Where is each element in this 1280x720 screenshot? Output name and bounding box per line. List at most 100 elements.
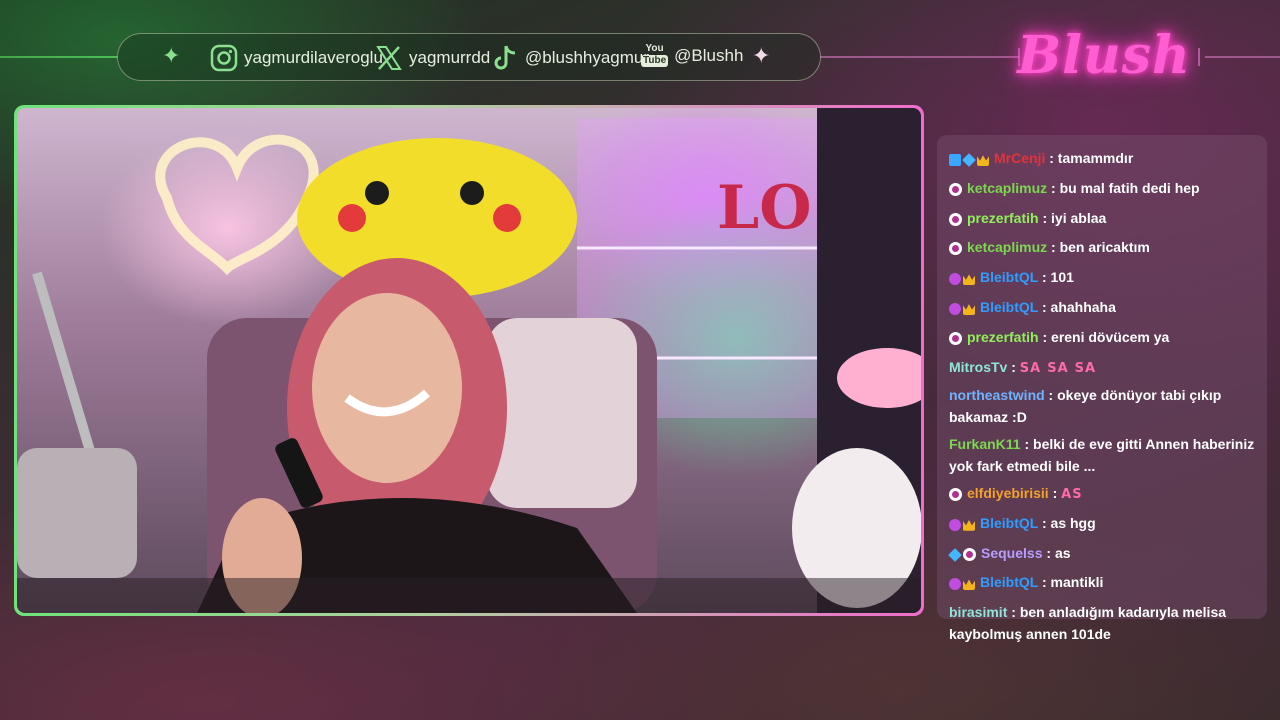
chat-text: bu mal fatih dedi hep [1059,179,1200,196]
chat-badges [949,239,964,261]
webcam-frame: LO [14,105,924,616]
chat-separator: : [1042,544,1055,561]
plush-cheek [338,204,366,232]
chat-separator: : [1007,358,1020,375]
youtube-icon: You Tube [641,43,669,67]
crown-badge-icon [963,519,975,531]
chat-text: as [1054,544,1071,561]
crown-badge-icon [963,274,975,286]
gift-badge-icon [949,273,961,286]
instagram-handle: yagmurdilaveroglu [244,48,383,67]
chat-badges [949,269,977,291]
plush-eye [365,181,389,205]
chat-message: Sequelss : as [948,542,1255,567]
cube-badge-icon [948,547,962,562]
chat-panel: MrCenji : tamammdır ketcaplimuz : bu mal … [937,135,1267,642]
chat-badges [949,150,991,172]
deco-line-left [0,56,118,58]
cube-badge-icon [962,153,976,167]
chat-username[interactable]: BleibtQL [980,269,1038,285]
instagram-icon [210,44,238,72]
tiktok-handle: @blushhyagmur [525,48,650,67]
chat-message: ketcaplimuz : ben aricaktım [949,236,1255,261]
youtube-logo-top: You [645,43,664,54]
chat-username[interactable]: BleibtQL [980,299,1038,315]
sub-badge-icon [963,547,976,561]
chat-badges [949,210,964,232]
chat-text: ahahhaha [1050,298,1116,315]
social-x[interactable]: yagmurrdd [375,44,490,72]
chat-message: prezerfatih : ereni dövücem ya [949,326,1255,351]
x-icon [376,46,402,70]
chair-wing [487,318,637,508]
social-tiktok[interactable]: @blushhyagmur [493,44,649,72]
chat-username[interactable]: ketcaplimuz [967,239,1047,255]
chat-username[interactable]: birasimit [949,604,1007,620]
chat-badges [948,545,978,567]
webcam-scene: LO [17,108,921,613]
chat-username[interactable]: Sequelss [981,545,1042,561]
chat-badges [949,574,977,596]
chat-message: BleibtQL : mantikli [949,571,1255,596]
chat-message: MitrosTv : SA SA SA [949,356,1255,380]
deco-line-right [1205,56,1280,58]
gift-badge-icon [949,302,961,315]
chat-username[interactable]: BleibtQL [980,515,1038,531]
youtube-logo-bottom: Tube [641,55,669,67]
chat-message: birasimit : ben anladığım kadarıyla meli… [949,601,1255,645]
chat-badges [949,515,977,537]
chat-badges [949,299,977,321]
chat-separator: : [1038,328,1052,345]
chat-message: BleibtQL : 101 [949,266,1255,291]
chat-username[interactable]: northeastwind [949,387,1045,403]
sub-badge-icon [949,331,962,345]
chat-username[interactable]: BleibtQL [980,574,1038,590]
chat-separator: : [1038,269,1051,286]
social-instagram[interactable]: yagmurdilaveroglu [210,44,383,72]
chat-message: prezerfatih : iyi ablaa [949,207,1255,232]
crown-badge-icon [963,579,975,591]
webcam-feed: LO [17,108,921,613]
chat-message: BleibtQL : ahahhaha [949,296,1255,321]
chat-emote: SA [1047,360,1069,376]
chat-separator: : [1047,179,1060,196]
chat-badges [949,180,964,202]
chat-username[interactable]: MrCenji [994,150,1045,166]
chat-username[interactable]: ketcaplimuz [967,180,1047,196]
chat-username[interactable]: prezerfatih [967,210,1039,226]
brand-logo: Blush [1017,14,1190,96]
sub-badge-icon [949,242,962,256]
chat-separator: : [1044,387,1058,404]
chat-separator: : [1045,150,1058,166]
plush-eye [460,181,484,205]
sub-badge-icon [949,182,962,196]
chat-text: tamammdır [1057,150,1134,166]
chat-message: northeastwind : okeye dönüyor tabi çıkıp… [949,384,1255,428]
sparkle-icon: ✦ [162,43,181,68]
sub-badge-icon [949,487,962,501]
chat-text: ereni dövücem ya [1051,328,1170,345]
x-handle: yagmurrdd [409,48,491,67]
plush-cheek [493,204,521,232]
chat-username[interactable]: prezerfatih [967,329,1039,345]
crown-badge-icon [963,304,975,315]
chat-username[interactable]: MitrosTv [949,359,1007,375]
chat-text: mantikli [1050,574,1104,591]
social-youtube[interactable]: You Tube @Blushh [641,44,743,67]
chat-username[interactable]: elfdiyebirisii [967,485,1049,501]
face [312,293,462,483]
chat-message: MrCenji : tamammdır [949,147,1255,172]
chat-separator: : [1007,604,1020,621]
chat-badges [949,329,964,351]
love-decor: LO [717,173,811,243]
chat-username[interactable]: FurkanK11 [949,436,1021,452]
brand-logo-text: Blush [1017,24,1191,86]
chat-text: iyi ablaa [1051,209,1107,226]
gift-badge-icon [949,578,961,591]
sub-badge-icon [949,212,962,226]
chat-emote: AS [1061,486,1083,502]
chat-separator: : [1038,514,1051,531]
social-links-bar: ✦ yagmurdilaveroglu yagmurrdd @blushhyag… [117,33,821,81]
neon-sign [155,134,319,276]
chat-emote: SA [1019,360,1042,376]
